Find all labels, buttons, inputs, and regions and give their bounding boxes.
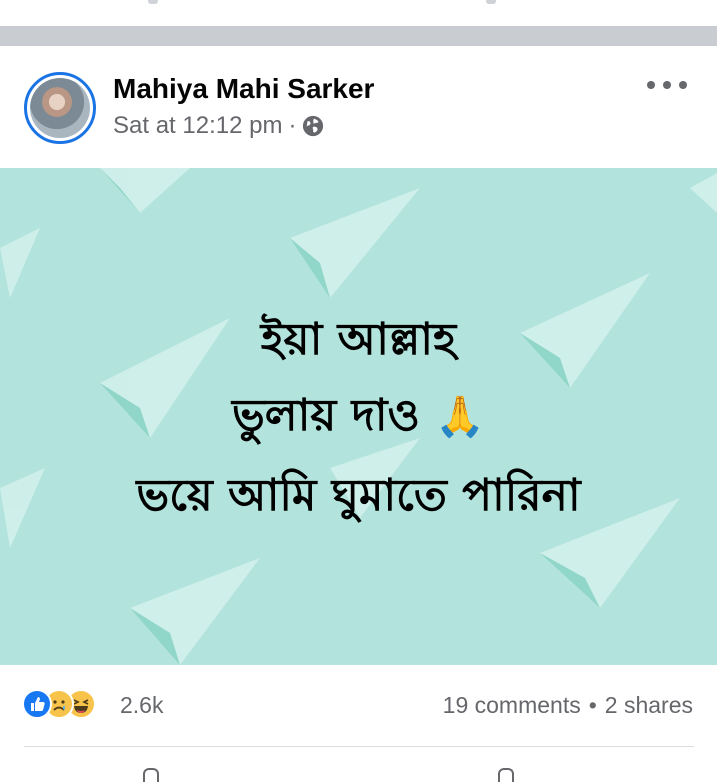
post-image-text-line1: ইয়া আল্লাহ <box>260 314 457 365</box>
shares-count[interactable]: 2 shares <box>605 692 693 719</box>
post-card: Mahiya Mahi Sarker Sat at 12:12 pm · ইয়… <box>0 46 717 782</box>
pray-emoji: 🙏 <box>435 394 485 440</box>
post-timestamp[interactable]: Sat at 12:12 pm <box>113 112 282 140</box>
comments-count[interactable]: 19 comments <box>443 692 581 719</box>
reactions-bar: 2.6k 19 comments • 2 shares <box>0 665 717 745</box>
like-action-icon[interactable] <box>143 768 159 782</box>
post-image[interactable]: ইয়া আল্লাহ ভুলায় দাও 🙏 ভয়ে আমি ঘুমাতে… <box>0 168 717 665</box>
engagement-summary: 19 comments • 2 shares <box>443 692 693 719</box>
avatar-image <box>30 78 90 138</box>
previous-post-fragment <box>148 0 158 4</box>
reaction-count[interactable]: 2.6k <box>120 692 163 719</box>
globe-icon[interactable] <box>302 115 324 137</box>
more-options-button[interactable] <box>647 73 687 97</box>
post-image-text-line2-words: ভুলায় দাও <box>232 390 420 441</box>
post-meta: Sat at 12:12 pm · <box>113 112 324 140</box>
post-author-name[interactable]: Mahiya Mahi Sarker <box>113 73 374 105</box>
previous-post-fragment <box>486 0 496 4</box>
reaction-icons[interactable] <box>22 689 96 719</box>
like-icon <box>22 689 52 719</box>
action-divider <box>24 746 694 747</box>
previous-post-bottom <box>0 0 717 26</box>
meta-separator: · <box>288 112 297 139</box>
more-horizontal-icon <box>647 81 655 89</box>
feed-separator <box>0 26 717 46</box>
post-image-text-line3: ভয়ে আমি ঘুমাতে পারিনা <box>136 470 581 521</box>
post-image-text-line2: ভুলায় দাও 🙏 <box>0 394 717 438</box>
engagement-separator: • <box>588 692 597 718</box>
avatar[interactable] <box>24 72 96 144</box>
share-action-icon[interactable] <box>498 768 514 782</box>
